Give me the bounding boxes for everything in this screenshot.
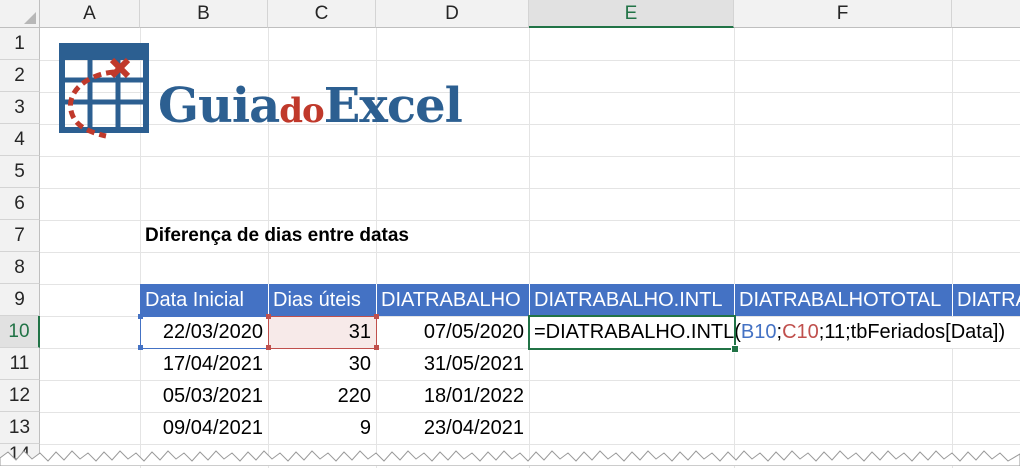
table-cell[interactable]: 17/04/2021: [140, 348, 268, 380]
guia-do-excel-logo: GuiadoExcel: [58, 42, 478, 146]
select-all-button[interactable]: [0, 0, 40, 28]
column-header-f[interactable]: F: [734, 0, 952, 28]
resize-handle[interactable]: [374, 345, 379, 350]
row-header-8[interactable]: 8: [0, 252, 40, 284]
gridline: [40, 156, 1020, 157]
fill-handle[interactable]: [731, 345, 739, 353]
torn-edge-decoration: [0, 450, 1020, 466]
logo-wordmark: GuiadoExcel: [158, 78, 463, 134]
table-cell[interactable]: 30: [268, 348, 376, 380]
header-divider: [529, 284, 530, 316]
table-header-cell[interactable]: DIATRA: [952, 284, 1020, 316]
column-header-b[interactable]: B: [140, 0, 268, 28]
row-header-4[interactable]: 4: [0, 124, 40, 156]
table-header-cell[interactable]: Dias úteis: [268, 284, 376, 316]
spreadsheet-grid[interactable]: A B C D E F 1 2 3 4 5 6 7 8 9 10 11 12 1…: [0, 0, 1020, 468]
table-cell[interactable]: 09/04/2021: [140, 412, 268, 444]
column-header-d[interactable]: D: [376, 0, 529, 28]
resize-handle[interactable]: [374, 314, 379, 319]
header-divider: [734, 284, 735, 316]
row-header-5[interactable]: 5: [0, 156, 40, 188]
row-header-13[interactable]: 13: [0, 412, 40, 444]
row-header-10[interactable]: 10: [0, 316, 40, 348]
column-header-c[interactable]: C: [268, 0, 376, 28]
resize-handle[interactable]: [138, 345, 143, 350]
row-header-11[interactable]: 11: [0, 348, 40, 380]
gridline: [734, 28, 735, 468]
formula-ref-b10: B10: [740, 321, 777, 343]
resize-handle[interactable]: [266, 345, 271, 350]
table-header-cell[interactable]: DIATRABALHO: [376, 284, 529, 316]
row-header-9[interactable]: 9: [0, 284, 40, 316]
table-header-cell[interactable]: Data Inicial: [140, 284, 268, 316]
logo-part-excel: Excel: [323, 78, 463, 134]
table-cell[interactable]: 07/05/2020: [376, 316, 529, 348]
header-divider: [952, 284, 953, 316]
table-header-cell[interactable]: DIATRABALHO.INTL: [529, 284, 734, 316]
logo-part-guia: Guia: [158, 78, 280, 134]
logo-part-do: do: [279, 91, 324, 131]
table-cell[interactable]: 220: [268, 380, 376, 412]
sheet-title[interactable]: Diferença de dias entre datas: [140, 220, 540, 252]
table-cell[interactable]: 9: [268, 412, 376, 444]
header-divider: [376, 284, 377, 316]
resize-handle[interactable]: [138, 314, 143, 319]
gridline: [40, 252, 1020, 253]
spreadsheet-logo-icon: [59, 43, 149, 139]
select-all-icon: [24, 12, 36, 24]
row-header-1[interactable]: 1: [0, 28, 40, 60]
table-cell[interactable]: 31/05/2021: [376, 348, 529, 380]
row-header-3[interactable]: 3: [0, 92, 40, 124]
gridline: [952, 28, 953, 468]
row-header-6[interactable]: 6: [0, 188, 40, 220]
formula-suffix: ;11;tbFeriados[Data]): [818, 321, 1006, 343]
table-cell[interactable]: 05/03/2021: [140, 380, 268, 412]
column-header-a[interactable]: A: [40, 0, 140, 28]
table-header-cell[interactable]: DIATRABALHOTOTAL: [734, 284, 952, 316]
resize-handle[interactable]: [266, 314, 271, 319]
formula-ref-c10: C10: [782, 321, 819, 343]
gridline: [40, 188, 1020, 189]
gridline: [40, 444, 1020, 445]
table-cell[interactable]: 23/04/2021: [376, 412, 529, 444]
table-cell[interactable]: 31: [268, 316, 376, 348]
table-cell[interactable]: 18/01/2022: [376, 380, 529, 412]
row-header-2[interactable]: 2: [0, 60, 40, 92]
header-divider: [268, 284, 269, 316]
column-header-e[interactable]: E: [529, 0, 734, 28]
column-header-g[interactable]: [952, 0, 1020, 28]
table-cell[interactable]: 22/03/2020: [140, 316, 268, 348]
row-header-7[interactable]: 7: [0, 220, 40, 252]
active-cell-border: [528, 315, 736, 350]
row-header-12[interactable]: 12: [0, 380, 40, 412]
